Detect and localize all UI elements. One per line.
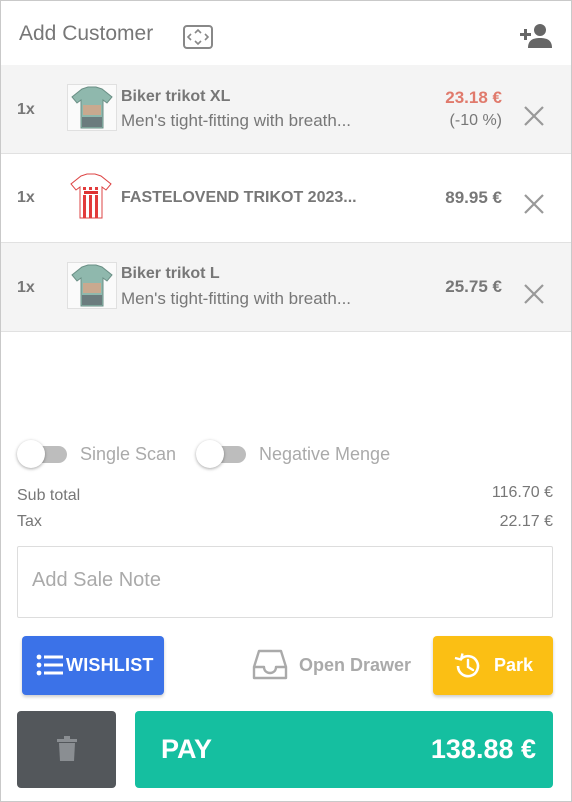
sale-note-input[interactable]: [32, 569, 532, 592]
item-description: Men's tight-fitting with breath...: [121, 111, 352, 130]
sale-note-box[interactable]: [17, 546, 553, 618]
item-quantity[interactable]: 1x: [17, 101, 35, 119]
toggle-knob: [17, 440, 45, 468]
tax-value: 22.17 €: [499, 513, 553, 530]
list-icon: [36, 653, 64, 677]
tax-label: Tax: [17, 513, 42, 530]
close-icon[interactable]: [521, 103, 547, 129]
wishlist-button[interactable]: WISHLIST: [22, 636, 164, 695]
pay-amount: 138.88 €: [430, 734, 536, 764]
item-quantity[interactable]: 1x: [17, 279, 35, 297]
delete-cart-button[interactable]: [17, 711, 116, 788]
close-icon[interactable]: [521, 191, 547, 217]
pay-button[interactable]: PAY 138.88 €: [135, 711, 553, 788]
negative-menge-toggle[interactable]: Negative Menge: [196, 439, 406, 469]
add-customer-title[interactable]: Add Customer: [19, 22, 153, 46]
trash-icon: [56, 736, 78, 762]
open-drawer-label: Open Drawer: [299, 655, 412, 675]
toggle-knob: [196, 440, 224, 468]
item-price: 89.95 €: [445, 188, 502, 207]
close-icon[interactable]: [521, 281, 547, 307]
history-icon: [453, 651, 483, 681]
subtotal-value: 116.70 €: [491, 484, 553, 501]
negative-menge-label: Negative Menge: [259, 444, 391, 464]
cart-item-row[interactable]: 1x Biker trikot L Men's tight-fitting wi…: [1, 243, 571, 332]
item-quantity[interactable]: 1x: [17, 189, 35, 207]
item-price: 23.18 €: [445, 88, 502, 107]
single-scan-label: Single Scan: [80, 444, 177, 464]
product-thumbnail: [67, 173, 117, 220]
inbox-tray-icon: [252, 648, 288, 680]
item-name: FASTELOVEND TRIKOT 2023...: [121, 189, 357, 206]
person-add-icon[interactable]: [519, 23, 553, 49]
item-discount: (-10 %): [449, 112, 502, 129]
product-thumbnail: [67, 262, 117, 309]
cart-item-row[interactable]: 1x FASTELOVEND TRIKOT 2023... 89.95 €: [1, 154, 571, 243]
item-name: Biker trikot XL: [121, 88, 231, 105]
wishlist-label: WISHLIST: [66, 655, 154, 675]
item-description: Men's tight-fitting with breath...: [121, 289, 352, 308]
cart-header: Add Customer: [1, 1, 571, 65]
park-label: Park: [494, 655, 534, 675]
subtotal-label: Sub total: [17, 487, 81, 504]
scan-frame-icon[interactable]: [183, 25, 213, 49]
open-drawer-button[interactable]: Open Drawer: [252, 646, 416, 686]
park-button[interactable]: Park: [433, 636, 553, 695]
single-scan-toggle[interactable]: Single Scan: [17, 439, 187, 469]
cart-item-row[interactable]: 1x Biker trikot XL Men's tight-fitting w…: [1, 65, 571, 154]
product-thumbnail: [67, 84, 117, 131]
item-price: 25.75 €: [445, 277, 502, 296]
pay-label: PAY: [161, 734, 213, 764]
item-name: Biker trikot L: [121, 265, 220, 282]
